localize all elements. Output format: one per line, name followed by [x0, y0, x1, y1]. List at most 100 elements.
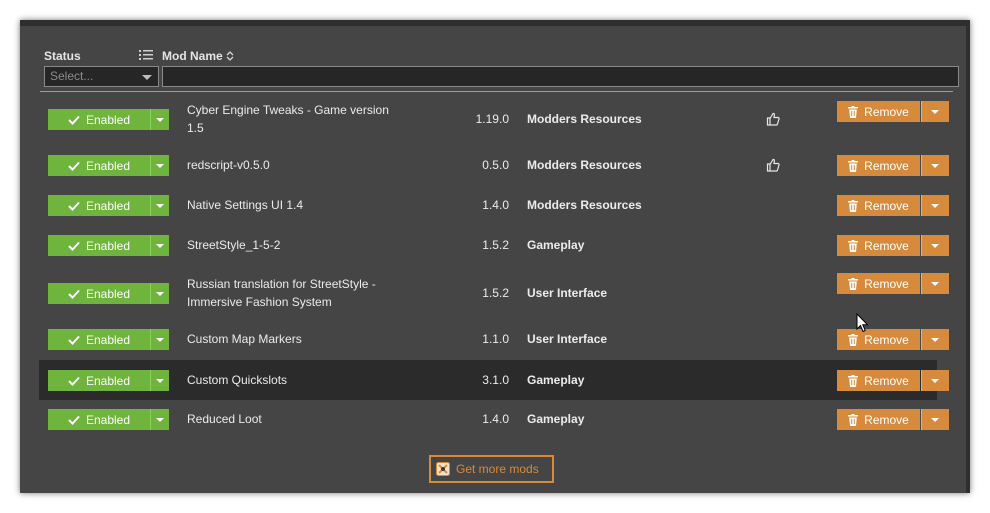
- enabled-label: Enabled: [85, 238, 131, 253]
- enabled-toggle-button[interactable]: Enabled: [48, 195, 151, 216]
- trash-icon: [848, 333, 859, 346]
- trash-icon: [848, 277, 859, 290]
- remove-label: Remove: [864, 412, 909, 427]
- status-filter-placeholder: Select...: [50, 69, 94, 83]
- status-dropdown-button[interactable]: [151, 409, 169, 430]
- remove-dropdown-button[interactable]: [921, 329, 949, 350]
- remove-button[interactable]: Remove: [837, 195, 920, 216]
- chevron-down-icon: [931, 244, 939, 248]
- mod-category: Modders Resources: [527, 198, 642, 212]
- remove-button[interactable]: Remove: [837, 329, 920, 350]
- nexus-logo-icon: [436, 462, 450, 476]
- remove-button[interactable]: Remove: [837, 101, 920, 122]
- mod-version: 1.19.0: [475, 112, 509, 126]
- header-divider: [40, 91, 953, 92]
- thumbs-up-icon[interactable]: [766, 158, 780, 172]
- enabled-toggle-button[interactable]: Enabled: [48, 329, 151, 350]
- status-dropdown-button[interactable]: [151, 329, 169, 350]
- remove-dropdown-button[interactable]: [921, 409, 949, 430]
- remove-label: Remove: [864, 332, 909, 347]
- remove-button[interactable]: Remove: [837, 409, 920, 430]
- thumbs-up-icon[interactable]: [766, 112, 780, 126]
- mod-version: 0.5.0: [482, 158, 509, 172]
- mod-name: Custom Quickslots: [187, 373, 288, 387]
- mod-row[interactable]: Enabled Native Settings UI 1.4 1.4.0 Mod…: [39, 190, 949, 220]
- enabled-toggle-button[interactable]: Enabled: [48, 155, 151, 176]
- trash-icon: [848, 159, 859, 172]
- remove-button[interactable]: Remove: [837, 273, 920, 294]
- mod-category: Modders Resources: [527, 112, 642, 126]
- mod-version: 1.5.2: [482, 286, 509, 300]
- mod-row[interactable]: Enabled Custom Map Markers 1.1.0 User In…: [39, 324, 949, 354]
- enabled-toggle-button[interactable]: Enabled: [48, 109, 151, 130]
- enabled-toggle-button[interactable]: Enabled: [48, 370, 151, 391]
- chevron-down-icon: [931, 418, 939, 422]
- mod-row[interactable]: Enabled Russian translation for StreetSt…: [39, 270, 949, 316]
- remove-dropdown-button[interactable]: [921, 195, 949, 216]
- status-filter-select[interactable]: Select...: [44, 66, 159, 87]
- remove-button[interactable]: Remove: [837, 370, 920, 391]
- mod-name-column-header[interactable]: Mod Name: [162, 49, 234, 63]
- remove-label: Remove: [864, 276, 909, 291]
- chevron-down-icon: [156, 118, 164, 122]
- chevron-down-icon: [156, 338, 164, 342]
- mod-name-label: Mod Name: [162, 49, 223, 63]
- mod-category: User Interface: [527, 332, 608, 346]
- enabled-toggle-button[interactable]: Enabled: [48, 409, 151, 430]
- chevron-down-icon: [931, 282, 939, 286]
- mod-category: Gameplay: [527, 412, 585, 426]
- trash-icon: [848, 105, 859, 118]
- scrollbar[interactable]: [966, 20, 970, 493]
- remove-dropdown-button[interactable]: [921, 155, 949, 176]
- status-dropdown-button[interactable]: [151, 370, 169, 391]
- trash-icon: [848, 374, 859, 387]
- status-dropdown-button[interactable]: [151, 283, 169, 304]
- mod-name: Native Settings UI 1.4: [187, 198, 304, 212]
- trash-icon: [848, 199, 859, 212]
- status-dropdown-button[interactable]: [151, 195, 169, 216]
- chevron-down-icon: [156, 292, 164, 296]
- check-icon: [68, 241, 80, 251]
- mod-row[interactable]: Enabled Custom Quickslots 3.1.0 Gameplay…: [39, 360, 949, 400]
- remove-dropdown-button[interactable]: [921, 370, 949, 391]
- mod-row[interactable]: Enabled Reduced Loot 1.4.0 Gameplay Remo…: [39, 404, 949, 434]
- remove-label: Remove: [864, 198, 909, 213]
- status-dropdown-button[interactable]: [151, 155, 169, 176]
- chevron-down-icon: [931, 204, 939, 208]
- remove-button[interactable]: Remove: [837, 235, 920, 256]
- mouse-cursor-icon: [856, 313, 870, 333]
- remove-label: Remove: [864, 104, 909, 119]
- remove-dropdown-button[interactable]: [921, 235, 949, 256]
- chevron-down-icon: [156, 204, 164, 208]
- mod-row[interactable]: Enabled Cyber Engine Tweaks - Game versi…: [39, 98, 949, 140]
- mod-row[interactable]: Enabled StreetStyle_1-5-2 1.5.2 Gameplay…: [39, 230, 949, 260]
- trash-icon: [848, 413, 859, 426]
- chevron-down-icon: [931, 338, 939, 342]
- status-column-header[interactable]: Status: [44, 49, 81, 63]
- status-dropdown-button[interactable]: [151, 109, 169, 130]
- remove-dropdown-button[interactable]: [921, 273, 949, 294]
- mod-name: StreetStyle_1-5-2: [187, 238, 281, 252]
- check-icon: [68, 376, 80, 386]
- check-icon: [68, 289, 80, 299]
- mod-category: User Interface: [527, 286, 608, 300]
- check-icon: [68, 415, 80, 425]
- mod-name-filter-input[interactable]: [162, 66, 959, 87]
- mod-version: 1.4.0: [482, 198, 509, 212]
- check-icon: [68, 115, 80, 125]
- check-icon: [68, 201, 80, 211]
- enabled-label: Enabled: [85, 158, 131, 173]
- enabled-toggle-button[interactable]: Enabled: [48, 235, 151, 256]
- mod-version: 3.1.0: [482, 373, 509, 387]
- chevron-down-icon: [156, 418, 164, 422]
- list-icon[interactable]: [139, 49, 153, 61]
- mod-row[interactable]: Enabled redscript-v0.5.0 0.5.0 Modders R…: [39, 150, 949, 180]
- chevron-down-icon: [931, 164, 939, 168]
- enabled-toggle-button[interactable]: Enabled: [48, 283, 151, 304]
- remove-dropdown-button[interactable]: [921, 101, 949, 122]
- status-dropdown-button[interactable]: [151, 235, 169, 256]
- get-more-mods-button[interactable]: Get more mods: [429, 455, 554, 483]
- remove-button[interactable]: Remove: [837, 155, 920, 176]
- mod-name: Cyber Engine Tweaks - Game version 1.5: [187, 103, 389, 135]
- check-icon: [68, 335, 80, 345]
